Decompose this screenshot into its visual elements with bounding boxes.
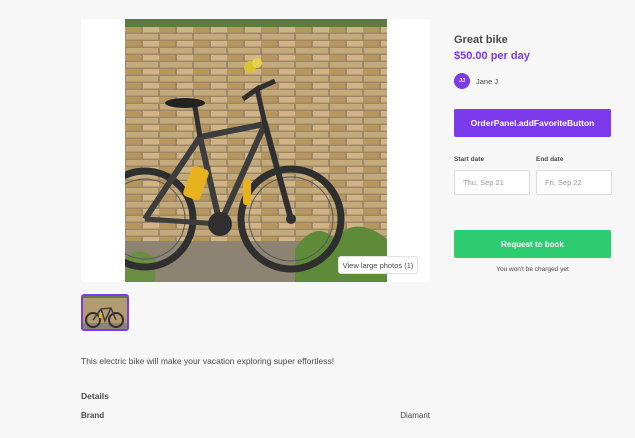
listing-description: This electric bike will make your vacati… <box>81 356 335 366</box>
detail-brand-label: Brand <box>81 411 105 420</box>
author-name: Jane J <box>476 76 499 86</box>
end-date-label: End date <box>536 156 564 163</box>
hero-image-container[interactable]: View large photos (1) <box>81 19 430 282</box>
end-date-value: Fri, Sep 22 <box>545 178 582 187</box>
detail-brand-value: Diamant <box>400 411 430 420</box>
end-date-field[interactable]: Fri, Sep 22 <box>536 170 612 195</box>
start-date-value: Thu, Sep 21 <box>463 178 504 187</box>
listing-title: Great bike <box>454 34 508 46</box>
gallery-thumbnail[interactable] <box>81 294 129 331</box>
listing-price: $50.00 per day <box>454 50 530 62</box>
start-date-field[interactable]: Thu, Sep 21 <box>454 170 530 195</box>
details-heading: Details <box>81 391 109 401</box>
avatar[interactable]: JJ <box>454 73 470 89</box>
view-photos-button[interactable]: View large photos (1) <box>338 256 418 274</box>
listing-page: View large photos (1) This electric bike… <box>0 0 635 438</box>
no-charge-note: You won't be charged yet <box>496 266 569 273</box>
request-to-book-button[interactable]: Request to book <box>454 230 611 258</box>
add-favorite-button[interactable]: OrderPanel.addFavoriteButton <box>454 109 611 137</box>
bike-photo[interactable] <box>125 19 387 282</box>
view-photos-label: View large photos (1) <box>342 260 414 270</box>
author-info[interactable]: JJ Jane J <box>454 73 498 89</box>
start-date-label: Start date <box>454 156 484 163</box>
